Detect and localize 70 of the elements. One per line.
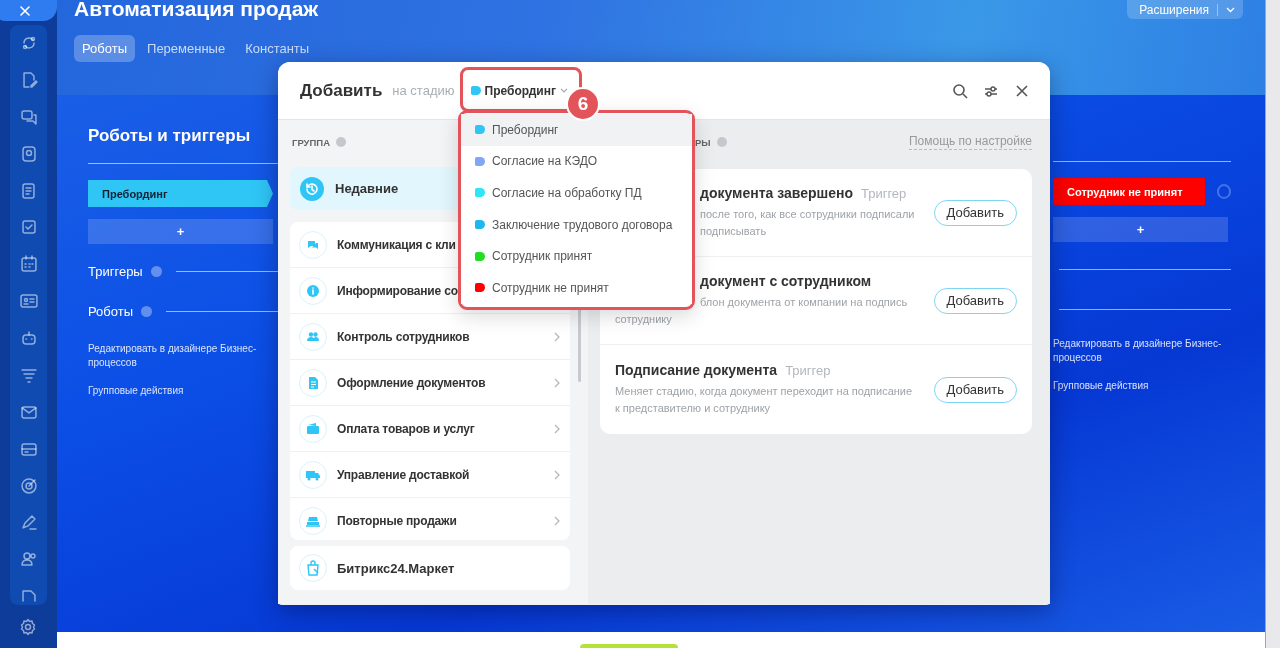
trigger-description: блон документа от компании на подпись [700, 295, 908, 310]
trigger-description: Меняет стадию, когда документ переходит на подписание [615, 384, 913, 399]
list-heading: РЫ [695, 136, 711, 148]
stage-bar[interactable]: Сотрудник не принят [1053, 178, 1205, 205]
target-icon[interactable] [19, 476, 38, 495]
trigger-description: после того, как все сотрудники подписали [700, 207, 915, 222]
section-title: Роботы и триггеры [88, 125, 251, 147]
stage-menu-item[interactable]: Сотрудник не принят [461, 271, 692, 304]
group-item[interactable]: Оформление документов [290, 360, 570, 406]
document-icon[interactable] [19, 181, 38, 200]
stage-prefix: на стадию [392, 83, 455, 98]
trigger-title: документ с сотрудником [700, 273, 872, 289]
stage-menu-item[interactable]: Пребординг [461, 114, 692, 146]
help-icon[interactable] [150, 265, 162, 277]
pen-icon[interactable] [19, 513, 38, 532]
robot-icon[interactable] [19, 329, 38, 347]
section-label: Роботы [88, 303, 134, 319]
add-robot-button[interactable]: + [1053, 217, 1228, 242]
group-heading: ГРУППА [292, 136, 331, 148]
add-button[interactable]: Добавить [933, 287, 1017, 314]
chevron-right-icon [554, 469, 560, 480]
chevron-right-icon [554, 423, 560, 434]
close-button[interactable] [0, 0, 57, 21]
group-item[interactable]: Управление доставкой [290, 452, 570, 498]
caret-icon [560, 87, 568, 94]
scrollbar[interactable] [1265, 0, 1280, 648]
stage-menu-item[interactable]: Согласие на обработку ПД [461, 177, 692, 209]
tab[interactable]: Константы [237, 35, 318, 62]
link[interactable]: Групповые действия [1053, 379, 1149, 393]
trigger-description: сотруднику [615, 312, 672, 327]
stage-menu-item[interactable]: Сотрудник принят [461, 240, 692, 272]
stage-menu-item[interactable]: Заключение трудового договора [461, 208, 692, 241]
stage-bar[interactable]: Пребординг [88, 180, 273, 207]
close-icon [18, 4, 31, 17]
market-item[interactable]: Битрикс24.Маркет [290, 546, 570, 590]
checkbox-icon[interactable] [19, 218, 38, 237]
history-icon [299, 175, 325, 202]
chevron-right-icon [554, 515, 560, 526]
section-label: Триггеры [88, 263, 143, 279]
add-button[interactable]: Добавить [933, 199, 1017, 226]
modal-title: Добавить [300, 80, 383, 101]
contact-icon[interactable] [19, 144, 38, 163]
chevron-right-icon [554, 331, 560, 342]
link[interactable]: Редактировать в дизайнере Бизнес-процессов [88, 342, 273, 370]
calendar-icon[interactable] [19, 255, 38, 274]
trigger-tag: Триггер [860, 186, 907, 201]
trigger-description: подписывать [700, 224, 767, 239]
group-item[interactable]: Повторные продажи [290, 498, 570, 540]
link[interactable]: Редактировать в дизайнере Бизнес-процессов [1053, 337, 1238, 365]
people-icon[interactable] [19, 550, 38, 569]
trigger-title: Подписание документа [615, 362, 778, 378]
stage-selector[interactable]: Пребординг [470, 83, 568, 98]
chat-icon[interactable] [19, 107, 38, 126]
link[interactable]: Групповые действия [88, 384, 184, 398]
chevron-down-icon [1226, 6, 1235, 13]
tab[interactable]: Переменные [139, 35, 234, 62]
group-item[interactable]: Оплата товаров и услуг [290, 406, 570, 452]
stage-menu-item[interactable]: Согласие на КЭДО [461, 145, 692, 178]
group-item[interactable]: Контроль сотрудников [290, 314, 570, 360]
page-title: Автоматизация продаж [74, 0, 319, 22]
help-icon[interactable] [141, 305, 153, 317]
add-robot-button[interactable]: + [88, 219, 273, 244]
trigger-tag: Триггер [785, 363, 831, 378]
trigger-description: к представителю и сотруднику [615, 401, 771, 416]
add-button[interactable]: Добавить [933, 376, 1017, 403]
trigger-title: документа завершено [700, 185, 853, 201]
id-card-icon[interactable] [19, 292, 38, 310]
close-icon[interactable] [1014, 82, 1030, 99]
chevron-right-icon [554, 377, 560, 388]
search-icon[interactable] [952, 82, 968, 99]
